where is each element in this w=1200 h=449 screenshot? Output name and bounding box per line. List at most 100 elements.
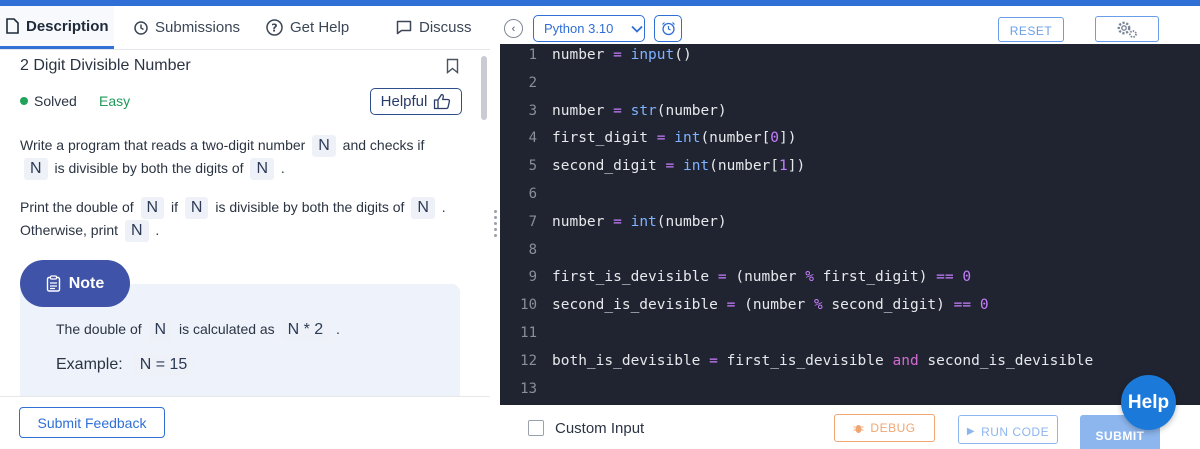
code-text: number = int(number): [552, 213, 727, 230]
editor-footer: Custom Input DEBUG ▶ RUN CODE SUBMIT: [500, 405, 1200, 449]
document-icon: [6, 18, 19, 34]
line-number: 2: [528, 74, 537, 91]
chevron-down-icon: [631, 25, 644, 33]
custom-input-checkbox[interactable]: [528, 420, 544, 436]
line-number: 8: [528, 241, 537, 258]
code-chip: N: [184, 197, 209, 219]
solved-status: Solved: [20, 93, 77, 109]
desc-text: is divisible by both the digits of: [54, 160, 244, 176]
code-text: number = input(): [552, 47, 692, 63]
tab-get-help[interactable]: ? Get Help: [260, 6, 372, 49]
chat-icon: [396, 20, 412, 35]
play-icon: ▶: [966, 426, 976, 437]
panel-resize-handle[interactable]: [492, 210, 498, 240]
problem-panel: Description Submissions ? Get Help Discu…: [0, 6, 490, 443]
solved-dot-icon: [20, 97, 28, 105]
language-select[interactable]: Python 3.10: [533, 15, 645, 42]
timer-button[interactable]: [654, 15, 682, 42]
note-text-part: The double of: [56, 321, 142, 337]
clock-icon: [134, 20, 148, 35]
note-text-part: is calculated as: [178, 321, 275, 337]
line-number: 5: [528, 158, 537, 175]
reset-button[interactable]: RESET: [998, 17, 1064, 42]
helpful-label: Helpful: [380, 93, 428, 110]
description-paragraph-1: Write a program that reads a two-digit n…: [20, 134, 424, 180]
code-line[interactable]: 1 number = input(): [500, 47, 1200, 69]
tab-description-label: Description: [26, 17, 109, 35]
line-number: 9: [528, 269, 537, 286]
code-line[interactable]: 12 both_is_devisible = first_is_devisible…: [500, 353, 1200, 375]
code-line[interactable]: 9 first_is_devisible = (number % first_di…: [500, 269, 1200, 291]
example-chip: N = 15: [133, 354, 194, 376]
code-line[interactable]: 11: [500, 325, 1200, 347]
tab-submissions-label: Submissions: [155, 19, 241, 36]
debug-label: DEBUG: [870, 421, 916, 435]
tab-bar: Description Submissions ? Get Help Discu…: [0, 6, 490, 50]
helpful-button[interactable]: Helpful: [370, 88, 462, 115]
desc-text: Otherwise, print: [20, 222, 119, 238]
tab-get-help-label: Get Help: [290, 19, 350, 36]
clipboard-icon: [46, 275, 60, 292]
scrollbar-thumb[interactable]: [481, 56, 487, 120]
gear-icon: [1117, 21, 1137, 38]
desc-text: .: [441, 199, 446, 215]
help-fab[interactable]: Help: [1121, 375, 1176, 430]
note-pill: Note: [20, 260, 130, 307]
debug-button[interactable]: DEBUG: [834, 414, 935, 442]
code-line[interactable]: 10 second_is_devisible = (number % second…: [500, 297, 1200, 319]
line-number: 10: [520, 297, 537, 314]
tab-description[interactable]: Description: [0, 6, 114, 49]
run-code-button[interactable]: ▶ RUN CODE: [958, 415, 1058, 444]
code-chip: N: [250, 158, 275, 180]
problem-content[interactable]: 2 Digit Divisible Number Solved Easy Hel…: [0, 50, 478, 396]
difficulty-badge: Easy: [99, 93, 131, 109]
editor-panel: ‹ Python 3.10 RESET 1 number = input() 2 3 n…: [500, 6, 1200, 449]
line-number: 7: [528, 213, 537, 230]
code-line[interactable]: 13: [500, 381, 1200, 403]
code-line[interactable]: 3 number = str(number): [500, 103, 1200, 125]
note-section: The double of N is calculated as N * 2 .…: [20, 260, 460, 396]
code-line[interactable]: 5 second_digit = int(number[1]): [500, 158, 1200, 180]
code-chip: N: [24, 158, 48, 180]
desc-text: is divisible by both the digits of: [215, 199, 405, 215]
code-line[interactable]: 7 number = int(number): [500, 214, 1200, 236]
code-chip: N: [411, 197, 435, 219]
note-label: Note: [68, 274, 105, 292]
tab-discuss[interactable]: Discuss: [390, 6, 484, 49]
language-value: Python 3.10: [544, 21, 614, 36]
code-text: second_digit = int(number[1]): [552, 158, 806, 175]
custom-input-label: Custom Input: [555, 420, 645, 437]
editor-toolbar: ‹ Python 3.10 RESET: [500, 6, 1200, 44]
left-footer: Submit Feedback: [0, 396, 490, 443]
bookmark-icon[interactable]: [446, 58, 459, 74]
line-number: 1: [528, 47, 537, 63]
code-chip: N * 2: [281, 319, 330, 341]
code-chip: N: [148, 319, 173, 341]
code-line[interactable]: 4 first_digit = int(number[0]): [500, 130, 1200, 152]
problem-title: 2 Digit Divisible Number: [20, 57, 191, 74]
code-editor[interactable]: 1 number = input() 2 3 number = str(number) 4…: [500, 44, 1200, 405]
code-chip: N: [312, 135, 336, 157]
code-line[interactable]: 2: [500, 75, 1200, 97]
note-text: The double of N is calculated as N * 2 .: [56, 319, 340, 341]
bug-icon: [853, 424, 864, 433]
solved-label: Solved: [34, 93, 77, 109]
code-text: number = str(number): [552, 102, 727, 119]
code-line[interactable]: 6: [500, 186, 1200, 208]
desc-text: Write a program that reads a two-digit n…: [20, 137, 306, 153]
line-number: 12: [520, 352, 537, 369]
submit-feedback-button[interactable]: Submit Feedback: [19, 407, 165, 438]
desc-text: if: [170, 199, 178, 215]
desc-text: and checks if: [342, 137, 425, 153]
example-row: Example: N = 15: [56, 354, 196, 376]
description-paragraph-2: Print the double of N if N is divisible …: [20, 196, 446, 242]
example-label: Example:: [56, 356, 123, 373]
line-number: 13: [520, 380, 537, 397]
line-number: 6: [528, 186, 537, 202]
code-chip: N: [124, 220, 149, 242]
alarm-clock-icon: [661, 22, 675, 36]
code-line[interactable]: 8: [500, 242, 1200, 264]
settings-button[interactable]: [1095, 16, 1159, 42]
collapse-button[interactable]: ‹: [504, 19, 523, 38]
tab-submissions[interactable]: Submissions: [128, 6, 248, 49]
